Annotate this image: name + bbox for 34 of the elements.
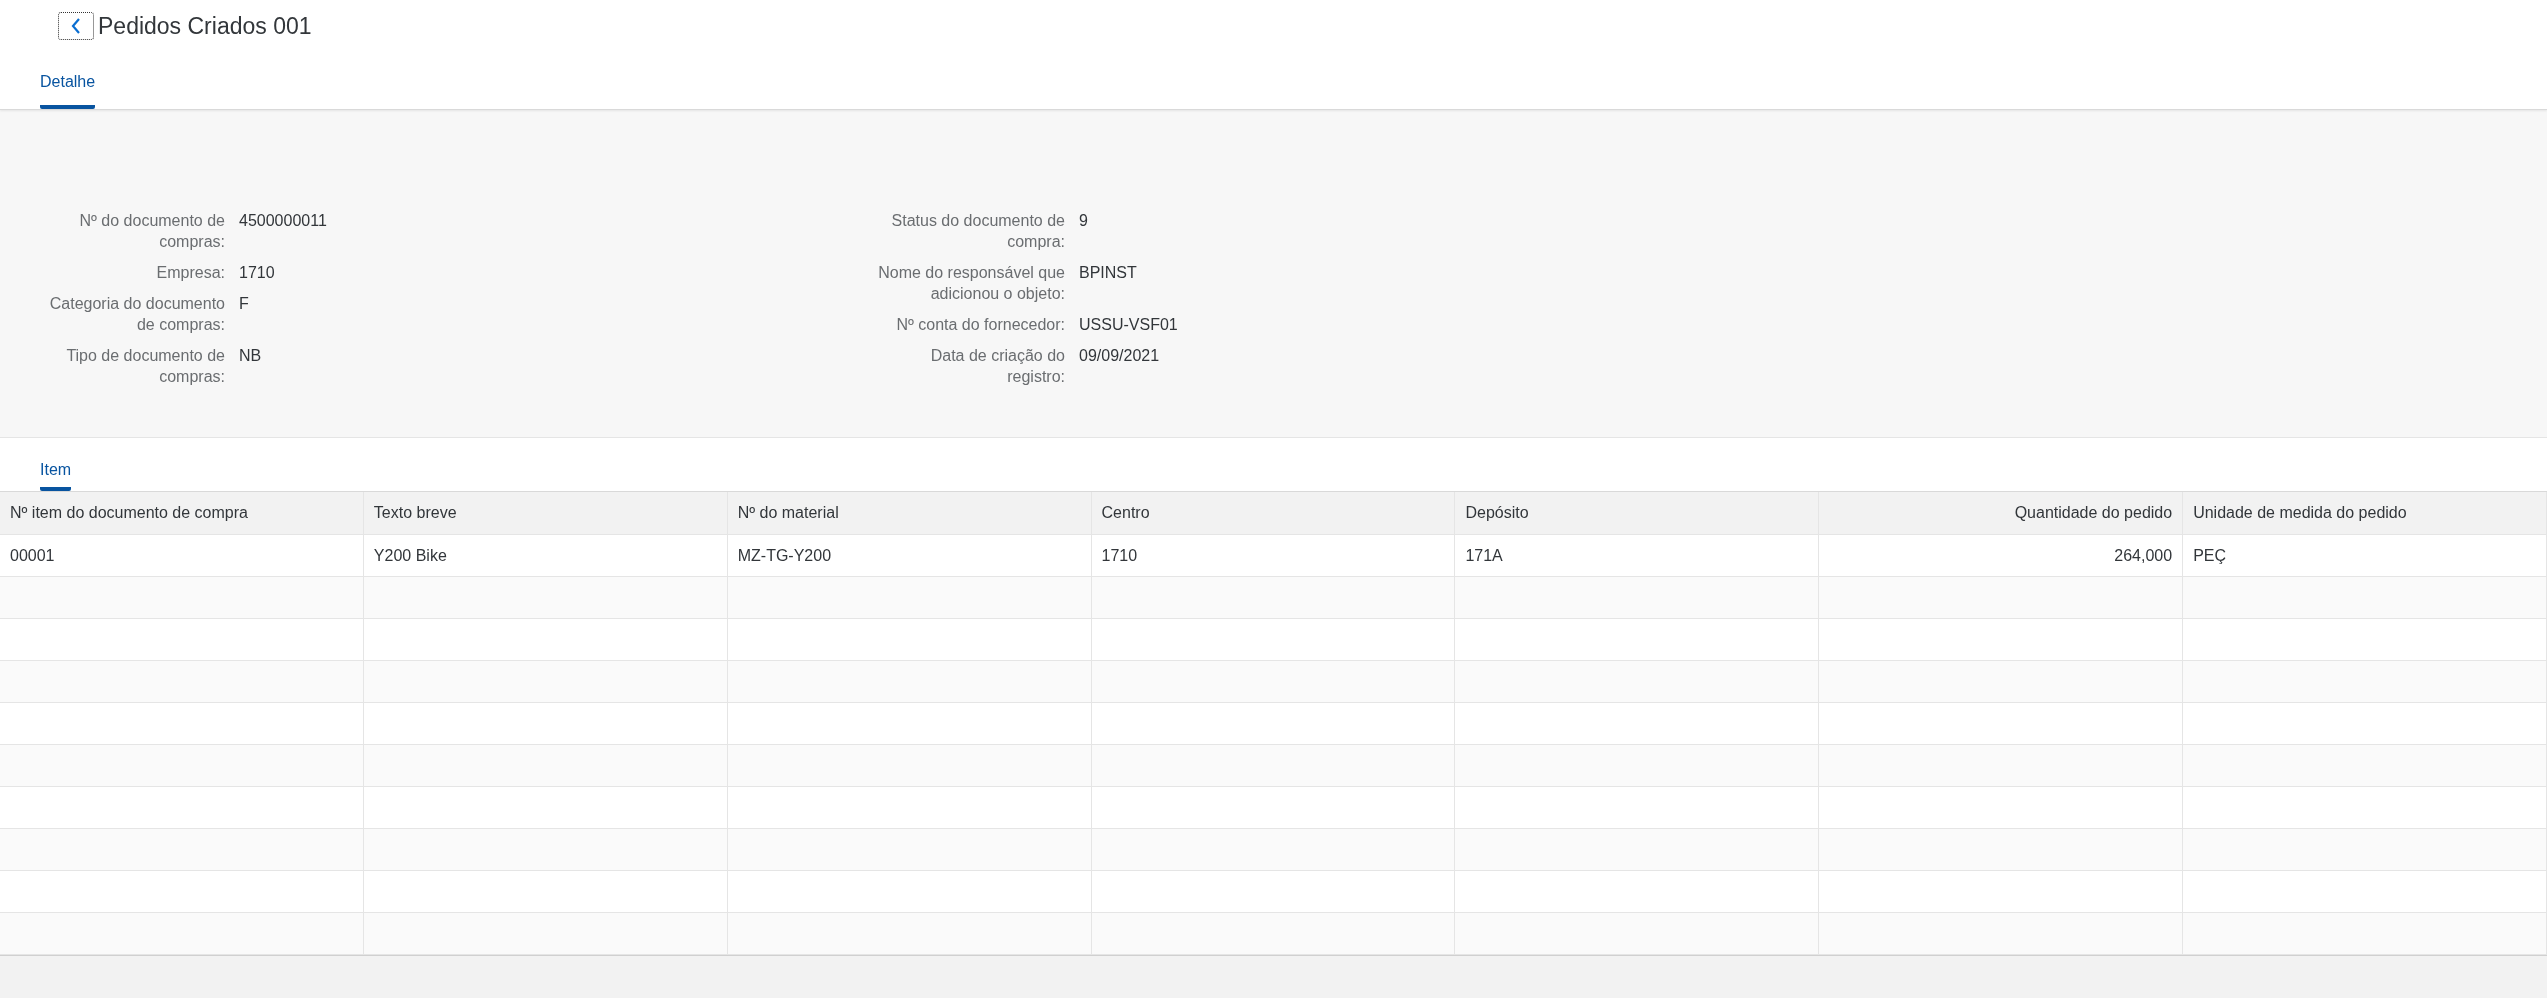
field-value: 9 (1079, 211, 1088, 231)
column-header: Unidade de medida do pedido (2183, 492, 2547, 534)
field-label: Nº do documento de compras: (78, 211, 225, 252)
field-label: Nome do responsável que adicionou o objeto: (877, 263, 1065, 304)
column-header: Texto breve (363, 492, 728, 534)
column-header: Depósito (1455, 492, 1820, 534)
field-label: Status do documento de compra: (890, 211, 1065, 252)
field-value: USSU-VSF01 (1079, 315, 1178, 335)
field-label: Categoria do documento de compras: (48, 294, 225, 335)
column-header: Nº do material (727, 492, 1092, 534)
back-icon (70, 17, 82, 35)
column-header: Centro (1091, 492, 1456, 534)
table-cell: 264,000 (1819, 535, 2184, 576)
page-title: Pedidos Criados 001 (98, 12, 312, 40)
field-value: F (239, 294, 249, 314)
back-button[interactable] (58, 12, 94, 40)
tab[interactable]: Detalhe (40, 73, 96, 109)
field-label: Nº conta do fornecedor: (895, 315, 1065, 335)
field-value: 4500000011 (239, 211, 327, 231)
field-value: 1710 (239, 263, 275, 283)
table-cell: 00001 (0, 535, 364, 576)
table-cell: 171A (1455, 535, 1820, 576)
field-label: Tipo de documento de compras: (65, 346, 225, 387)
field-label: Data de criação do registro: (929, 346, 1065, 387)
field-label: Empresa: (155, 263, 225, 283)
column-header: Nº item do documento de compra (0, 492, 364, 534)
field-value: BPINST (1079, 263, 1137, 283)
table-cell: MZ-TG-Y200 (727, 535, 1092, 576)
table-cell: Y200 Bike (363, 535, 728, 576)
table-cell: PEÇ (2183, 535, 2547, 576)
table-cell: 1710 (1091, 535, 1456, 576)
field-value: NB (239, 346, 262, 366)
field-value: 09/09/2021 (1079, 346, 1160, 366)
column-header: Quantidade do pedido (1819, 492, 2184, 534)
